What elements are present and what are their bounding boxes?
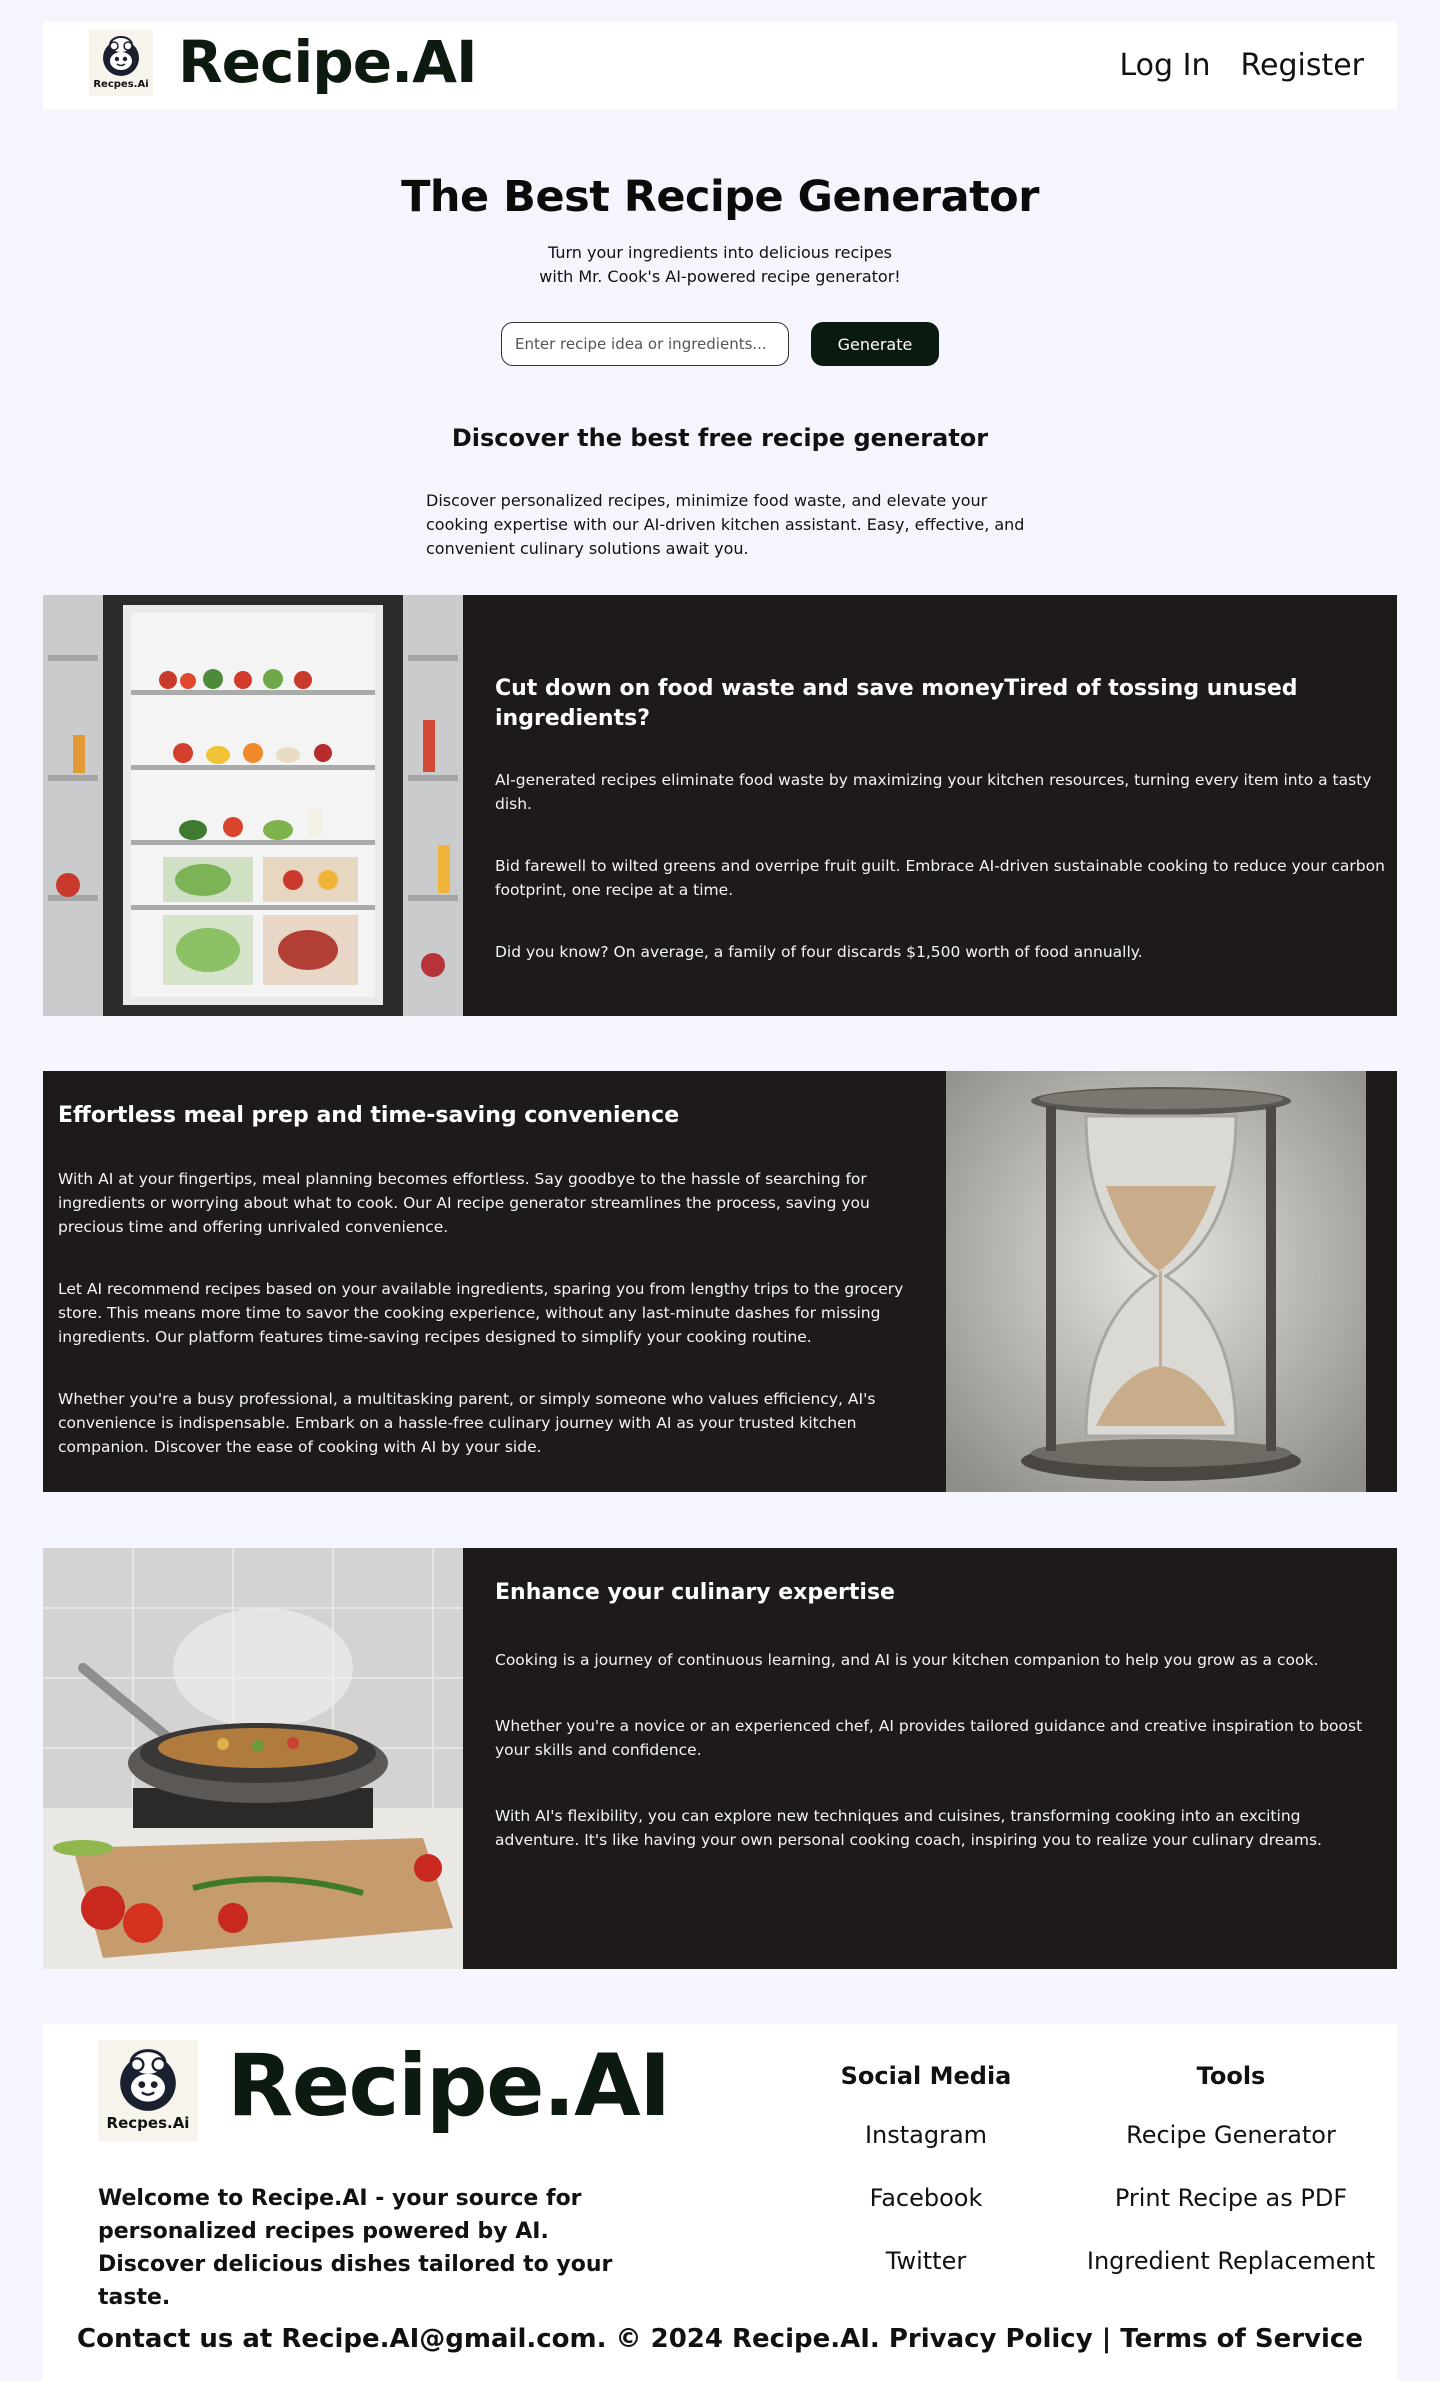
feature-meal-prep: Effortless meal prep and time-saving con… (43, 1071, 1397, 1492)
feature-paragraph: Bid farewell to wilted greens and overri… (495, 857, 1385, 899)
hero-subtitle: Turn your ingredients into delicious rec… (0, 241, 1440, 289)
feature-food-waste: Cut down on food waste and save moneyTir… (43, 595, 1397, 1016)
discover-text: Discover personalized recipes, minimize … (426, 491, 1025, 558)
contact-text: Contact us at Recipe.AI@gmail.com. © 202… (77, 2324, 880, 2354)
hero-title: The Best Recipe Generator (401, 172, 1039, 222)
feature-paragraph: Whether you're a busy professional, a mu… (58, 1390, 876, 1456)
site-header: Recpes.Ai Recipe.AI Log In Register (43, 22, 1397, 110)
footer-social-title: Social Media (840, 2062, 1012, 2090)
footer-logo[interactable]: Recpes.Ai (98, 2040, 198, 2142)
feature-paragraph: With AI's flexibility, you can explore n… (495, 1807, 1322, 1849)
feature-meal-prep-text: Effortless meal prep and time-saving con… (58, 1101, 938, 1497)
footer-tools-column: Tools Recipe Generator Print Recipe as P… (1081, 2062, 1381, 2307)
privacy-policy-link[interactable]: Privacy Policy (889, 2324, 1093, 2354)
facebook-link[interactable]: Facebook (776, 2181, 1076, 2215)
discover-title: Discover the best free recipe generator (451, 424, 989, 452)
recipe-generator-link[interactable]: Recipe Generator (1081, 2118, 1381, 2152)
feature-paragraph: Whether you're a novice or an experience… (495, 1717, 1363, 1759)
instagram-link[interactable]: Instagram (776, 2118, 1076, 2152)
feature-culinary-expertise-text: Enhance your culinary expertise Cooking … (495, 1578, 1385, 1894)
logo-caption: Recpes.Ai (93, 79, 149, 90)
logo[interactable]: Recpes.Ai (89, 30, 153, 96)
ingredient-replacement-link[interactable]: Ingredient Replacement (1081, 2244, 1381, 2278)
feature-culinary-expertise: Enhance your culinary expertise Cooking … (43, 1548, 1397, 1969)
recipe-search-input[interactable] (501, 322, 789, 366)
footer-logo-caption: Recpes.Ai (106, 2114, 190, 2132)
site-footer: Recpes.Ai Recipe.AI Welcome to Recipe.AI… (43, 2024, 1397, 2381)
feature-title: Enhance your culinary expertise (495, 1580, 895, 1605)
footer-bottom-bar: Contact us at Recipe.AI@gmail.com. © 202… (43, 2324, 1397, 2354)
top-nav: Log In Register (1120, 48, 1365, 83)
chef-mascot-icon (103, 36, 139, 76)
footer-social-column: Social Media Instagram Facebook Twitter (776, 2062, 1076, 2307)
footer-separator: | (1101, 2324, 1112, 2354)
feature-title: Effortless meal prep and time-saving con… (58, 1103, 680, 1128)
generate-button[interactable]: Generate (811, 322, 939, 366)
footer-brand-name: Recipe.AI (227, 2036, 671, 2136)
register-link[interactable]: Register (1240, 48, 1364, 83)
cooking-pan-image (43, 1548, 463, 1969)
terms-of-service-link[interactable]: Terms of Service (1120, 2324, 1363, 2354)
print-recipe-pdf-link[interactable]: Print Recipe as PDF (1081, 2181, 1381, 2215)
recipe-search-form: Generate (501, 322, 939, 366)
hero-subtitle-line1: Turn your ingredients into delicious rec… (547, 243, 893, 262)
feature-paragraph: Did you know? On average, a family of fo… (495, 943, 1143, 961)
login-link[interactable]: Log In (1120, 48, 1211, 83)
hourglass-image (946, 1071, 1366, 1492)
feature-paragraph: With AI at your fingertips, meal plannin… (58, 1170, 870, 1236)
feature-food-waste-text: Cut down on food waste and save moneyTir… (495, 674, 1385, 1002)
hero-subtitle-line2: with Mr. Cook's AI-powered recipe genera… (539, 267, 901, 286)
footer-tools-title: Tools (1196, 2062, 1266, 2090)
feature-paragraph: Let AI recommend recipes based on your a… (58, 1280, 904, 1346)
chef-mascot-icon (120, 2049, 176, 2111)
twitter-link[interactable]: Twitter (776, 2244, 1076, 2278)
feature-title: Cut down on food waste and save moneyTir… (495, 676, 1298, 731)
feature-paragraph: AI-generated recipes eliminate food wast… (495, 771, 1372, 813)
feature-paragraph: Cooking is a journey of continuous learn… (495, 1651, 1319, 1669)
footer-welcome-text: Welcome to Recipe.AI - your source for p… (98, 2186, 613, 2310)
open-refrigerator-image (43, 595, 463, 1016)
brand-name[interactable]: Recipe.AI (178, 28, 478, 96)
